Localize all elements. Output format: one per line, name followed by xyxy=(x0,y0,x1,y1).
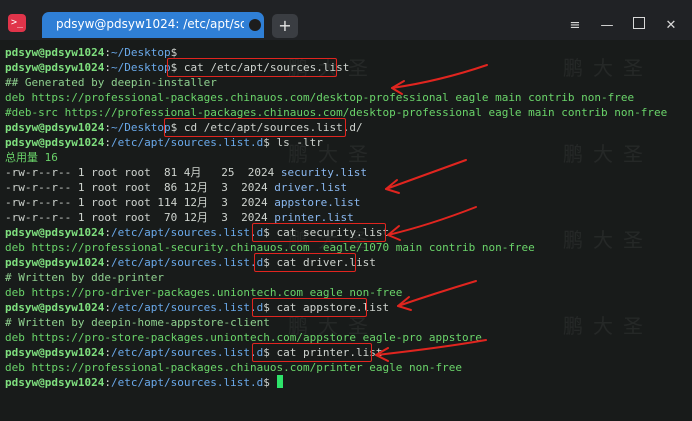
annotation-arrow xyxy=(397,280,477,311)
minimize-button[interactable]: — xyxy=(598,17,616,35)
annotation-arrow xyxy=(385,159,467,194)
close-window-button[interactable]: ✕ xyxy=(662,17,680,35)
annotation-arrows xyxy=(375,64,488,362)
maximize-icon xyxy=(633,17,645,29)
annotation-arrow xyxy=(375,339,487,362)
tab-title: pdsyw@pdsyw1024: /etc/apt/sources.list.d xyxy=(56,17,244,31)
menu-button[interactable]: ≡ xyxy=(566,17,584,35)
tab-close-icon[interactable] xyxy=(249,19,261,31)
terminal-output[interactable]: 鹏 大 圣 鹏 大 圣 鹏 大 圣 鹏 大 圣 鹏 大 圣 鹏 大 圣 鹏 大 … xyxy=(0,43,692,421)
title-bar: >_ pdsyw@pdsyw1024: /etc/apt/sources.lis… xyxy=(0,0,692,40)
maximize-button[interactable] xyxy=(630,17,648,35)
terminal-tab[interactable]: pdsyw@pdsyw1024: /etc/apt/sources.list.d xyxy=(42,12,264,38)
terminal-window: >_ pdsyw@pdsyw1024: /etc/apt/sources.lis… xyxy=(0,0,692,421)
annotation-arrow xyxy=(391,64,488,95)
terminal-app-icon: >_ xyxy=(8,14,26,32)
new-tab-button[interactable]: + xyxy=(272,14,298,38)
annotation-arrow xyxy=(387,206,477,241)
